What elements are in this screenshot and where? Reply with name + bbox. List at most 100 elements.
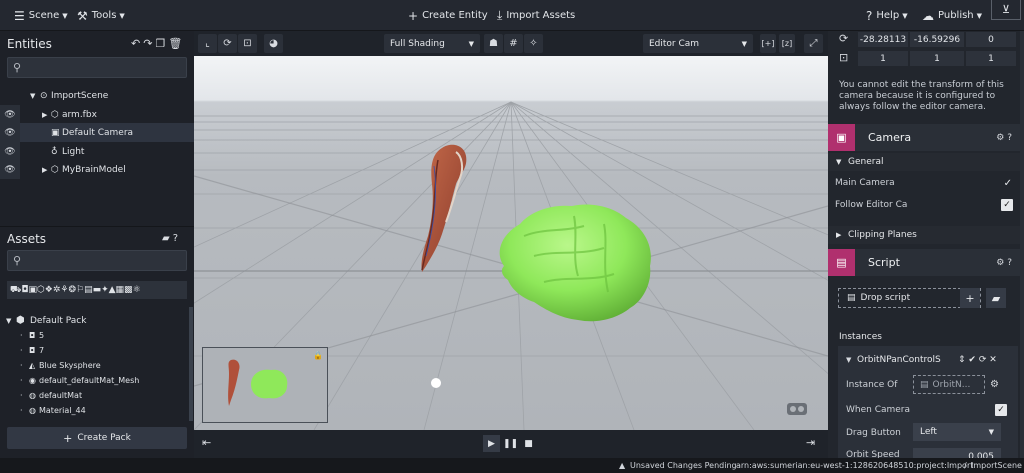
caret-down-icon: ▼	[119, 11, 125, 20]
asset-item[interactable]: · ◍ Material_44	[0, 403, 190, 418]
gear-icon[interactable]: ⚙	[996, 258, 1004, 268]
lock-icon[interactable]: 🔒	[313, 351, 323, 360]
tree-row[interactable]: ▼ ⊙ ImportScene	[0, 86, 194, 105]
open-folder-button[interactable]: ▰	[986, 288, 1006, 308]
pack-icon: ⬢	[16, 315, 25, 326]
instance-of-field[interactable]: ▤ OrbitN...	[913, 375, 985, 394]
eye-icon[interactable]: 👁	[0, 160, 20, 179]
gear-icon[interactable]: ⚙	[990, 379, 999, 390]
scale-x-input[interactable]: 1	[858, 51, 908, 66]
wand-icon[interactable]: ✧	[524, 34, 543, 53]
caret-down-icon: ▼	[468, 39, 474, 48]
scene-menu[interactable]: ☰ Scene ▼	[14, 0, 68, 31]
eye-icon[interactable]: 👁	[0, 105, 20, 124]
collapse-right-icon[interactable]: ⇥	[806, 436, 815, 449]
folder-icon[interactable]: ▰	[162, 233, 173, 244]
project-arn: arn:aws:sumerian:eu-west-1:128620648510:…	[736, 461, 974, 470]
refresh-icon[interactable]: ⟳	[979, 355, 987, 365]
asset-item[interactable]: · ◘ 7	[0, 343, 190, 358]
model-icon: ⬡	[51, 164, 59, 175]
publish-menu[interactable]: ☁ Publish ▼	[922, 0, 982, 31]
scene-canvas[interactable]: 🔒	[194, 56, 828, 430]
play-button[interactable]: ▶	[483, 435, 500, 452]
help-icon[interactable]: ?	[1007, 133, 1012, 143]
plus-icon: +	[408, 8, 419, 23]
gear-icon[interactable]: ⚙	[996, 133, 1004, 143]
asset-item[interactable]: · ◘ 5	[0, 328, 190, 343]
assets-toolbar: ▰?	[162, 233, 181, 244]
asset-item[interactable]: · ◉ default_defaultMat_Mesh	[0, 373, 190, 388]
wrench-icon: ⚒	[77, 8, 88, 23]
grid-icon[interactable]: #	[504, 34, 523, 53]
drag-button-select[interactable]: Left ▼	[913, 423, 1001, 441]
asset-item[interactable]: · ◭ Blue Skysphere	[0, 358, 190, 373]
camera-component-header[interactable]: ▣ Camera ⚙ ?	[828, 124, 1024, 151]
when-camera-checkbox[interactable]: ✓	[995, 404, 1007, 416]
collapse-left-icon[interactable]: ⇤	[202, 436, 211, 449]
tree-row[interactable]: 👁 ▶ ⬡ MyBrainModel	[0, 160, 194, 179]
help-icon[interactable]: ?	[1007, 258, 1012, 268]
main-camera-check-icon[interactable]: ✓	[1004, 178, 1012, 189]
scale-z-input[interactable]: 1	[966, 51, 1016, 66]
stop-button[interactable]: ■	[520, 435, 537, 452]
sort-icon[interactable]: ⇕	[958, 355, 966, 365]
translate-tool-icon[interactable]: ⌞	[198, 34, 217, 53]
help-icon[interactable]: ?	[173, 233, 181, 244]
asset-item[interactable]: · ◍ defaultMat	[0, 388, 190, 403]
asset-type-filter-bar[interactable]: ⛟◘▣⬡❖✲⚘❂⚐▤▬✦▲▦▩⚛	[7, 281, 187, 299]
help-menu[interactable]: ? Help ▼	[866, 0, 908, 31]
add-script-button[interactable]: +	[960, 288, 980, 308]
script-component-header[interactable]: ▤ Script ⚙ ?	[828, 249, 1024, 276]
frame-selection-icon[interactable]: [+]	[760, 34, 776, 53]
scale-y-input[interactable]: 1	[910, 51, 964, 66]
tree-row[interactable]: 👁 ▶ ⬡ arm.fbx	[0, 105, 194, 124]
asset-pack-row[interactable]: ▼ ⬢ Default Pack	[0, 313, 190, 328]
orbit-speed-input[interactable]: 0.005	[913, 448, 1001, 458]
tree-row-selected[interactable]: 👁 ▣ Default Camera	[0, 123, 194, 142]
filter-icons[interactable]: ⛟◘▣⬡❖✲⚘❂⚐▤▬✦▲▦▩⚛	[10, 285, 141, 296]
rotation-x-input[interactable]: -28.28113	[858, 32, 908, 47]
assets-search-input[interactable]: ⚲	[7, 250, 187, 271]
frame-all-icon[interactable]: [z]	[779, 34, 795, 53]
collapse-panel-icon[interactable]: ⊻	[991, 0, 1021, 20]
entities-search-input[interactable]: ⚲	[7, 57, 187, 78]
follow-editor-checkbox[interactable]: ✓	[1001, 199, 1013, 211]
pause-button[interactable]: ❚❚	[502, 435, 519, 452]
camera-select[interactable]: Editor Cam ▼	[643, 34, 753, 53]
mesh-icon: ◉	[29, 376, 36, 385]
delete-icon[interactable]: 🗑	[168, 37, 185, 50]
people-icon[interactable]: ☗	[484, 34, 503, 53]
caret-down-icon: ▼	[976, 11, 983, 20]
download-icon: ⤓	[497, 8, 503, 22]
eye-icon[interactable]: 👁	[0, 123, 20, 142]
dot-icon: ·	[20, 376, 23, 385]
fullscreen-icon[interactable]: ⤢	[804, 34, 823, 53]
instance-header[interactable]: ▼ OrbitNPanControlS ⇕ ✔ ⟳ ✕	[838, 352, 1018, 368]
caret-down-icon: ▼	[846, 356, 852, 364]
inspector-scrollbar[interactable]	[1020, 31, 1024, 458]
assets-scrollbar[interactable]	[189, 307, 193, 421]
check-icon[interactable]: ✔	[968, 355, 976, 365]
tree-row[interactable]: 👁 ♁ Light	[0, 142, 194, 161]
undo-icon[interactable]: ↶	[131, 37, 143, 50]
create-entity-button[interactable]: + Create Entity	[408, 0, 488, 31]
plus-icon: +	[63, 431, 73, 445]
tools-menu[interactable]: ⚒ Tools ▼	[77, 0, 125, 31]
rotate-tool-icon[interactable]: ⟳	[218, 34, 237, 53]
close-icon[interactable]: ✕	[989, 355, 997, 365]
rotation-y-input[interactable]: -16.59296	[910, 32, 964, 47]
scale-tool-icon[interactable]: ⊡	[238, 34, 257, 53]
import-assets-button[interactable]: ⤓ Import Assets	[497, 0, 575, 31]
redo-icon[interactable]: ↷	[143, 37, 155, 50]
component-tools: ⚙ ?	[996, 133, 1012, 143]
script-icon: ▤	[920, 379, 929, 390]
duplicate-icon[interactable]: ❐	[155, 37, 168, 50]
create-pack-button[interactable]: + Create Pack	[7, 427, 187, 449]
rotation-z-input[interactable]: 0	[966, 32, 1016, 47]
globe-icon[interactable]: ◕	[264, 34, 283, 53]
shading-select[interactable]: Full Shading ▼	[384, 34, 480, 53]
clipping-planes-header[interactable]: ▶ Clipping Planes	[828, 226, 1024, 244]
eye-icon[interactable]: 👁	[0, 142, 20, 161]
main-camera-row: Main Camera ✓	[835, 177, 1012, 189]
general-section-header[interactable]: ▼ General	[828, 153, 1024, 171]
